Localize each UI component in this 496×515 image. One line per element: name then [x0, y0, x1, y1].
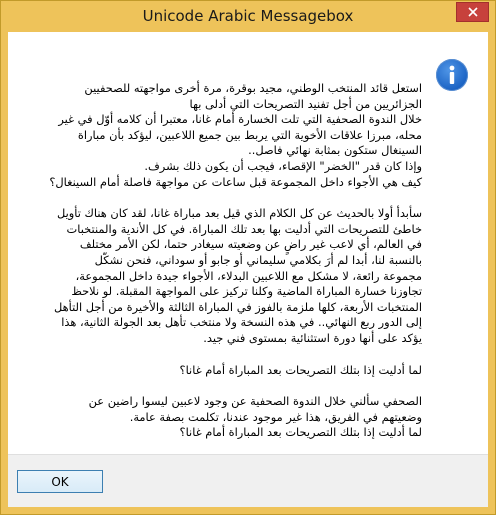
ok-button[interactable]: OK [17, 470, 103, 493]
message-line: خلال الندوة الصحفية التي تلت الخسارة أما… [58, 112, 422, 127]
message-line: السينغال ستكون بمثابة نهائي فاصل.. [248, 143, 422, 158]
message-line: إلى الدور ربع النهائي.. في هذه النسخة ول… [61, 315, 422, 330]
message-line: المنتخبات الأربعة، كلها ملزمة بالفوز في … [54, 299, 422, 314]
messagebox-window: Unicode Arabic Messagebox استعل قائد الم… [0, 0, 496, 515]
message-line: خاطئ للتصريحات التي أدليت بها بعد تلك ال… [66, 221, 422, 236]
message-line: الصحفي سألني خلال الندوة الصحفية عن وجود… [88, 394, 422, 409]
message-paragraph: سأبدأ أولا بالحديث عن كل الكلام الذي قيل… [42, 206, 422, 346]
message-line: بالنسبة لنا، أبدا لم أرَ بكلامي سليماني … [94, 252, 422, 267]
message-line: مجموعة رائعة، لا مشكل مع اللاعبين البدلا… [75, 268, 422, 283]
close-button[interactable] [456, 2, 489, 22]
message-line: وإذا كان قدر "الخضر" الإقصاء، فيجب أن يك… [144, 158, 422, 173]
message-line: لما أدليت إذا بتلك التصريحات بعد المبارا… [179, 362, 422, 377]
message-line: يؤكد على أنها دورة استثنائية بمستوى فني … [203, 330, 422, 345]
message-paragraph: الصحفي سألني خلال الندوة الصحفية عن وجود… [42, 394, 422, 441]
message-line: الجزائريين من أجل تفنيد التصريحات التي أ… [189, 96, 422, 111]
message-line: تجاوزنا خسارة المباراة الماضية وكلنا ترك… [71, 284, 422, 299]
close-icon [468, 7, 478, 17]
message-line: سأبدأ أولا بالحديث عن كل الكلام الذي قيل… [56, 206, 422, 221]
info-icon [436, 59, 468, 91]
window-title: Unicode Arabic Messagebox [142, 7, 354, 25]
message-line: محله، مبرزا علاقات الأخوية التي يربط بين… [77, 127, 422, 142]
message-line: استعل قائد المنتخب الوطني، مجيد بوقرة، م… [84, 81, 422, 95]
title-bar[interactable]: Unicode Arabic Messagebox [1, 1, 495, 32]
button-bar: OK [8, 454, 488, 507]
message-paragraph: لما أدليت إذا بتلك التصريحات بعد المبارا… [42, 363, 422, 379]
message-line: وضعيتهم في الفريق، هذا غير موجود عندنا، … [129, 409, 422, 424]
message-line: كيف هي الأجواء داخل المجموعة قبل ساعات ع… [49, 174, 422, 189]
message-area: استعل قائد المنتخب الوطني، مجيد بوقرة، م… [8, 32, 488, 507]
message-text: استعل قائد المنتخب الوطني، مجيد بوقرة، م… [42, 81, 422, 441]
message-line: لما أدليت إذا بتلك التصريحات بعد المبارا… [179, 425, 422, 440]
message-paragraph: استعل قائد المنتخب الوطني، مجيد بوقرة، م… [42, 81, 422, 190]
message-line: في العالم، أي لاعب غير راضٍ عن وضعيته سي… [79, 237, 422, 252]
